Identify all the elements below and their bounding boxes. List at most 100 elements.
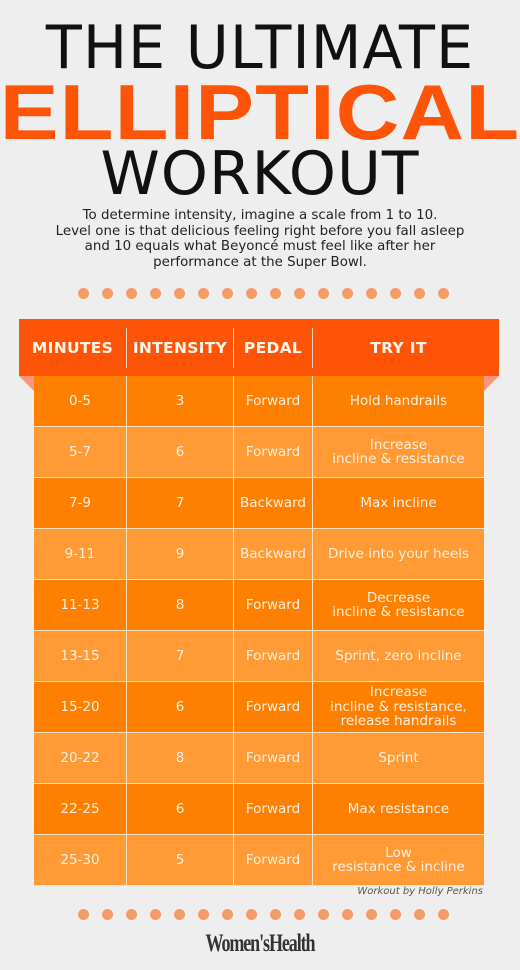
cell-pedal-text: Forward [245, 392, 301, 409]
cell-intensity-text: 3 [175, 392, 185, 409]
cell-try-it-text: Sprint [378, 749, 419, 766]
womens-health-logo: Women'sHealth [205, 930, 316, 957]
table-row: 22-25 6 Forward Max resistance [34, 784, 484, 835]
decorative-dot [198, 909, 209, 920]
decorative-dot [390, 909, 401, 920]
cell-try-it-text: Sprint, zero incline [335, 647, 462, 664]
cell-minutes-text: 22-25 [60, 800, 100, 817]
cell-try-it: Increase incline & resistance, release h… [313, 682, 484, 732]
cell-pedal-text: Backward [240, 545, 306, 562]
ribbon-fold-left [19, 376, 34, 391]
table-row: 9-11 9 Backward Drive into your heels [34, 529, 484, 580]
cell-pedal: Forward [234, 631, 312, 681]
header-pedal: PEDAL [243, 338, 303, 357]
cell-intensity: 6 [127, 784, 233, 834]
table-row: 11-13 8 Forward Decrease incline & resistan… [34, 580, 484, 631]
cell-try-it: Hold handrails [313, 376, 484, 426]
cell-try-it: Max incline [313, 478, 484, 528]
cell-minutes-text: 20-22 [60, 749, 100, 766]
table-row: 25-30 5 Forward Low resistance & incline [34, 835, 484, 886]
decorative-dot [78, 909, 89, 920]
cell-pedal-text: Forward [245, 596, 301, 613]
cell-try-it: Sprint [313, 733, 484, 783]
decorative-dot [270, 288, 281, 299]
cell-minutes-text: 13-15 [60, 647, 100, 664]
decorative-dot [246, 909, 257, 920]
decorative-dot [150, 909, 161, 920]
cell-try-it-text: Hold handrails [349, 392, 448, 409]
decorative-dot [294, 288, 305, 299]
decorative-dot [102, 288, 113, 299]
title-line-3: WORKOUT [100, 139, 420, 209]
cell-intensity: 3 [127, 376, 233, 426]
decorative-dot [390, 288, 401, 299]
intro-text: To determine intensity, imagine a scale … [30, 208, 490, 270]
cell-pedal-text: Forward [245, 851, 301, 868]
cell-pedal: Forward [234, 835, 312, 885]
cell-pedal: Forward [234, 580, 312, 630]
table-row: 13-15 7 Forward Sprint, zero incline [34, 631, 484, 682]
cell-pedal: Forward [234, 427, 312, 477]
decorative-dot [438, 909, 449, 920]
cell-minutes-text: 15-20 [60, 698, 100, 715]
cell-try-it: Sprint, zero incline [313, 631, 484, 681]
table-row: 0-5 3 Forward Hold handrails [34, 376, 484, 427]
table-row: 15-20 6 Forward Increase incline & resistan… [34, 682, 484, 733]
decorative-dot [126, 909, 137, 920]
table-row: 20-22 8 Forward Sprint [34, 733, 484, 784]
decorative-dot [174, 909, 185, 920]
decorative-dot [78, 288, 89, 299]
decorative-dot [366, 909, 377, 920]
intro-line: and 10 equals what Beyoncé must feel lik… [84, 239, 436, 254]
cell-minutes: 15-20 [34, 682, 126, 732]
cell-pedal: Backward [234, 529, 312, 579]
cell-minutes-text: 25-30 [60, 851, 100, 868]
cell-minutes: 13-15 [34, 631, 126, 681]
decorative-dot [414, 909, 425, 920]
cell-intensity-text: 6 [175, 698, 185, 715]
cell-intensity: 6 [127, 427, 233, 477]
cell-intensity: 5 [127, 835, 233, 885]
workout-credit: Workout by Holly Perkins [357, 886, 483, 897]
cell-pedal: Forward [234, 784, 312, 834]
cell-try-it: Increase incline & resistance [313, 427, 484, 477]
decorative-dot [198, 288, 209, 299]
decorative-dot [270, 909, 281, 920]
intro-line: To determine intensity, imagine a scale … [82, 208, 438, 223]
cell-try-it: Decrease incline & resistance [313, 580, 484, 630]
cell-intensity: 6 [127, 682, 233, 732]
table-header: MINUTES INTENSITY PEDAL TRY IT [19, 319, 499, 376]
intro-line: performance at the Super Bowl. [153, 254, 367, 270]
cell-minutes: 5-7 [34, 427, 126, 477]
cell-intensity: 9 [127, 529, 233, 579]
decorative-dot [246, 288, 257, 299]
cell-intensity-text: 6 [175, 443, 185, 460]
cell-intensity: 7 [127, 631, 233, 681]
table-row: 5-7 6 Forward Increase incline & resistance [34, 427, 484, 478]
cell-intensity-text: 9 [175, 545, 185, 562]
cell-pedal-text: Forward [245, 800, 301, 817]
cell-intensity: 8 [127, 580, 233, 630]
cell-pedal-text: Backward [240, 494, 306, 511]
header-try-it: TRY IT [370, 338, 427, 357]
cell-try-it-text: Max incline [360, 494, 437, 511]
cell-pedal-text: Forward [245, 749, 301, 766]
cell-try-it-text: Low resistance & incline [332, 844, 465, 875]
decorative-dot [342, 288, 353, 299]
table-row: 7-9 7 Backward Max incline [34, 478, 484, 529]
cell-pedal: Forward [234, 733, 312, 783]
cell-try-it-text: Decrease incline & resistance [332, 589, 465, 620]
cell-minutes-text: 0-5 [68, 392, 92, 409]
cell-pedal-text: Forward [245, 443, 301, 460]
decorative-dot [318, 909, 329, 920]
intro-line: Level one is that delicious feeling righ… [55, 223, 465, 239]
ribbon-fold-right [484, 376, 499, 391]
cell-try-it-text: Drive into your heels [327, 545, 470, 562]
cell-try-it-text: Increase incline & resistance [332, 436, 465, 467]
dot-divider-bottom [72, 909, 452, 921]
cell-pedal: Forward [234, 682, 312, 732]
decorative-dot [222, 288, 233, 299]
cell-try-it: Low resistance & incline [313, 835, 484, 885]
cell-intensity-text: 7 [175, 647, 185, 664]
cell-intensity-text: 7 [175, 494, 185, 511]
